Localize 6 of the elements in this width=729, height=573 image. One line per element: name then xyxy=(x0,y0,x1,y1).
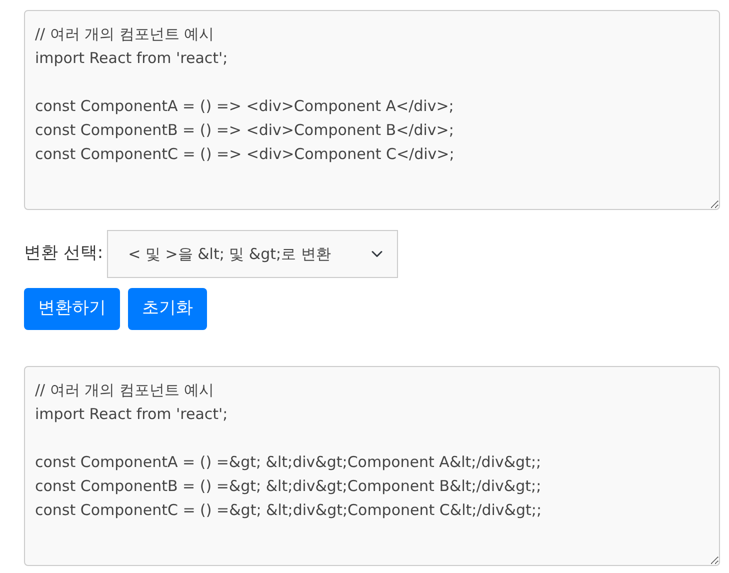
conversion-select[interactable]: < 및 >을 &lt; 및 &gt;로 변환 xyxy=(107,230,398,278)
reset-button[interactable]: 초기화 xyxy=(128,288,207,330)
code-input-field[interactable]: // 여러 개의 컴포넌트 예시 import React from 'react'; const ComponentA = () => <div>Component A</div>; const ComponentB = () => <div>Component B</div>; const ComponentC = () => <div>Component C</div>; xyxy=(24,10,720,210)
conversion-label: 변환 선택: xyxy=(24,242,104,266)
convert-button[interactable]: 변환하기 xyxy=(24,288,120,330)
code-output-field[interactable]: // 여러 개의 컴포넌트 예시 import React from 'react'; const ComponentA = () =&gt; &lt;div&gt;Component A&lt;/div&gt;; const ComponentB = () =&gt; &lt;div&gt;Component B&lt;/div&gt;; const ComponentC = () =&gt; &lt;div&gt;Component C&lt;/div&gt;; xyxy=(24,366,720,566)
